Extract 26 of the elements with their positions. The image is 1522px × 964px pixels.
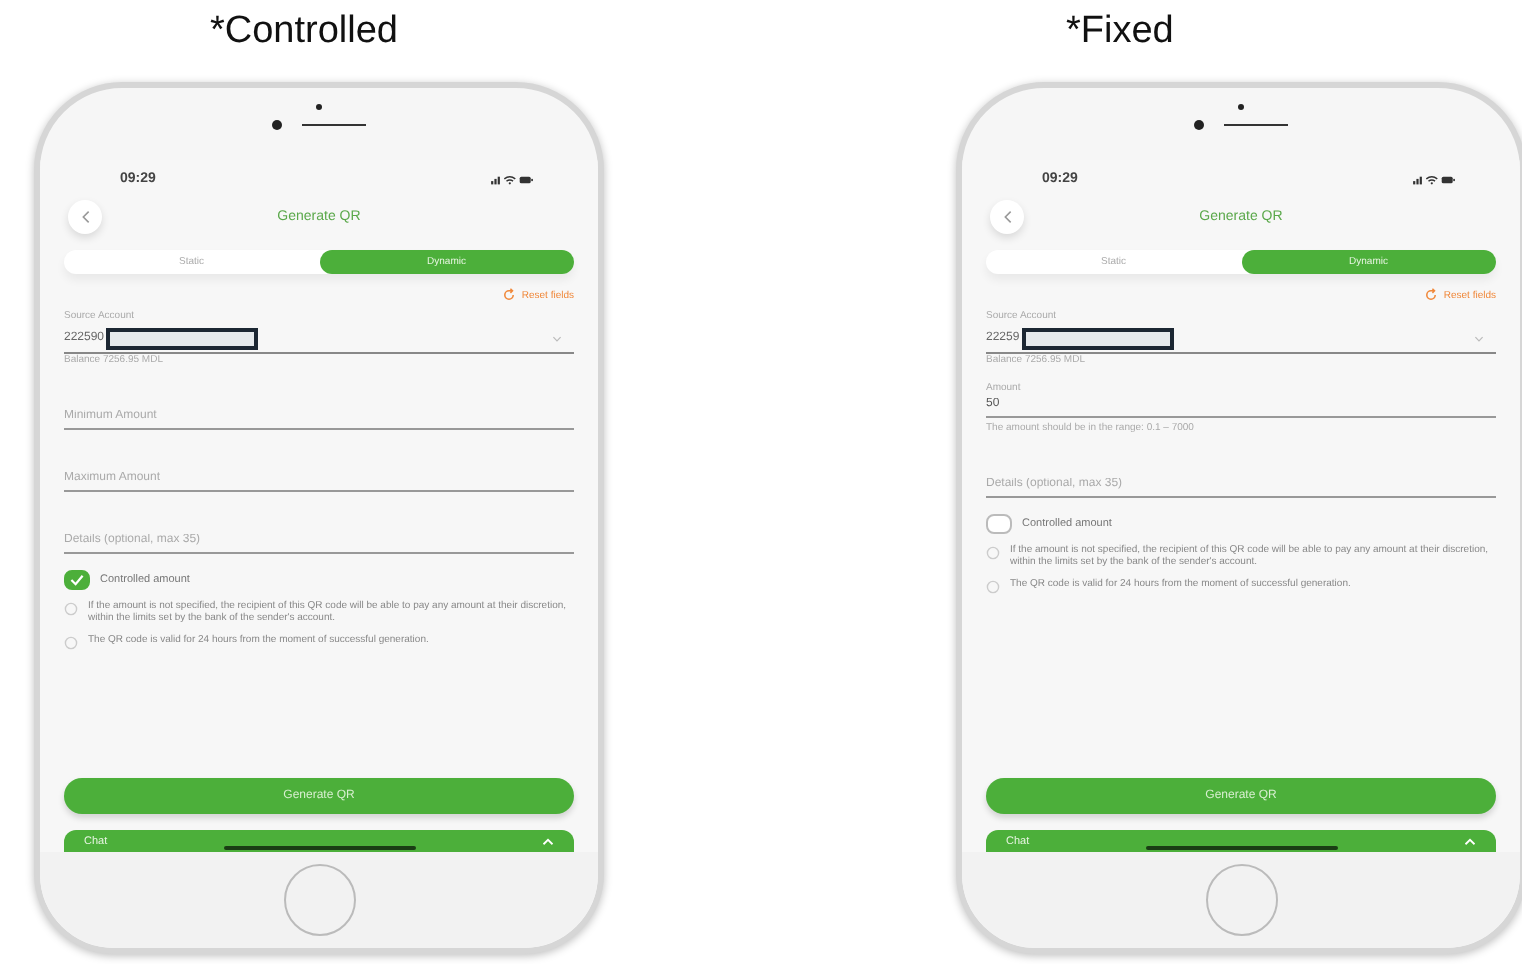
sensor-dot-icon [316, 104, 322, 110]
home-button[interactable] [283, 864, 355, 936]
back-icon [81, 209, 89, 223]
back-icon [1003, 209, 1011, 223]
status-icons [1412, 173, 1456, 185]
refresh-icon [501, 288, 516, 302]
figure-caption: *Fixed [1066, 10, 1174, 56]
figure-caption: *Controlled [210, 10, 398, 56]
chevron-down-icon [552, 335, 562, 341]
chevron-up-icon [542, 837, 554, 845]
status-icons [490, 173, 534, 185]
back-button[interactable] [68, 199, 102, 233]
chevron-down-icon [1474, 335, 1484, 341]
sensor-dot-icon [1238, 104, 1244, 110]
info-icon [64, 636, 78, 650]
chevron-up-icon [1464, 837, 1476, 845]
home-button[interactable] [1205, 864, 1277, 936]
checkbox[interactable] [986, 514, 1012, 534]
camera-icon [272, 120, 282, 130]
checkbox[interactable] [64, 570, 90, 590]
info-icon [986, 546, 1000, 560]
info-icon [64, 602, 78, 616]
refresh-icon [1423, 288, 1438, 302]
info-icon [986, 580, 1000, 594]
camera-icon [1194, 120, 1204, 130]
back-button[interactable] [990, 199, 1024, 233]
